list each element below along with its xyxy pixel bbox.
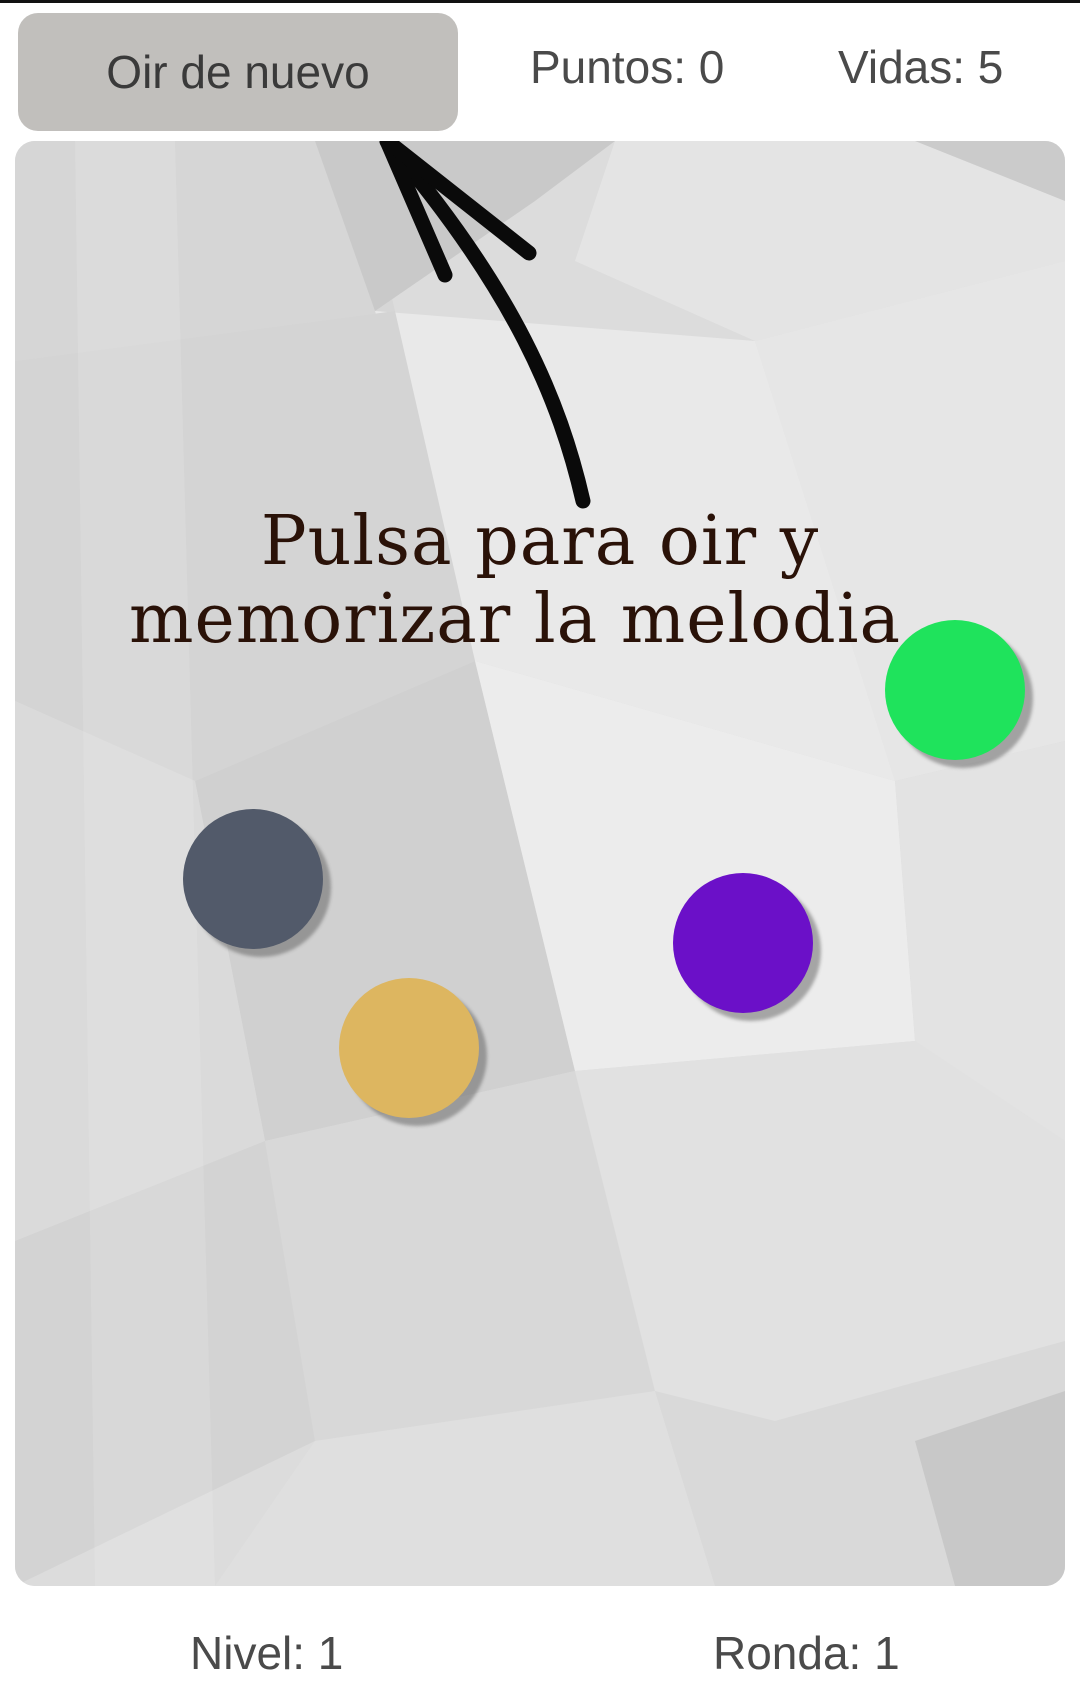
instruction-line-1: Pulsa para oir y (260, 502, 820, 581)
note-ball-green[interactable] (885, 620, 1025, 760)
game-board: Pulsa para oir y memorizar la melodia (15, 141, 1065, 1586)
points-counter: Puntos: 0 (530, 41, 725, 93)
lives-counter: Vidas: 5 (838, 41, 1004, 93)
instruction-text: Pulsa para oir y memorizar la melodia (15, 503, 1065, 659)
note-ball-slate[interactable] (183, 809, 323, 949)
level-indicator: Nivel: 1 (190, 1627, 344, 1679)
round-indicator: Ronda: 1 (713, 1627, 900, 1679)
note-ball-purple[interactable] (673, 873, 813, 1013)
top-border (0, 0, 1080, 3)
replay-melody-button[interactable]: Oir de nuevo (18, 13, 458, 131)
note-ball-yellow[interactable] (339, 978, 479, 1118)
board-background (15, 141, 1065, 1586)
replay-melody-label: Oir de nuevo (106, 46, 370, 98)
